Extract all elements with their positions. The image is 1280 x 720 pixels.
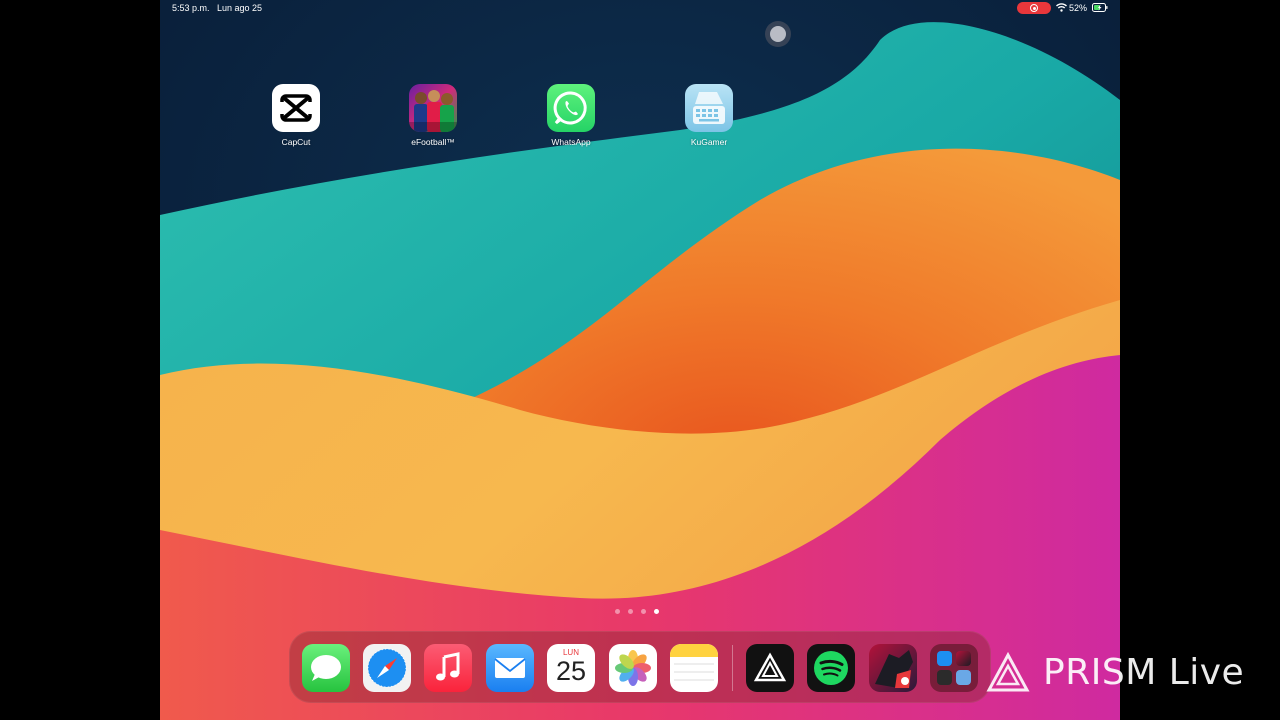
photos-icon[interactable]	[609, 644, 657, 692]
battery-charging-icon	[1092, 3, 1108, 12]
calendar-icon[interactable]: LUN 25	[547, 644, 595, 692]
page-dot[interactable]	[628, 609, 633, 614]
calendar-date: 25	[555, 656, 587, 686]
app-folder-icon[interactable]	[930, 644, 978, 692]
app-label: KuGamer	[690, 137, 728, 147]
spotify-icon[interactable]	[807, 644, 855, 692]
app-label: eFootball™	[411, 137, 455, 147]
prism-live-logo-icon	[986, 651, 1030, 692]
prism-live-icon[interactable]	[746, 644, 794, 692]
efootball-icon	[409, 84, 457, 132]
battery-percentage: 52%	[1069, 3, 1088, 13]
page-dot[interactable]	[641, 609, 646, 614]
assistive-touch-button[interactable]	[765, 21, 791, 47]
game-icon[interactable]	[869, 644, 917, 692]
messages-icon[interactable]	[302, 644, 350, 692]
status-time: 5:53 p.m.	[172, 3, 210, 13]
app-efootball[interactable]: eFootball™	[393, 84, 473, 147]
prism-live-watermark: PRISM Live	[1043, 652, 1245, 693]
app-label: WhatsApp	[551, 137, 591, 147]
capcut-icon	[272, 84, 320, 132]
dock-divider	[732, 645, 733, 691]
page-dot-active[interactable]	[654, 609, 659, 614]
page-indicator[interactable]	[615, 601, 667, 619]
page-dot[interactable]	[615, 609, 620, 614]
app-capcut[interactable]: CapCut	[256, 84, 336, 147]
music-icon[interactable]	[424, 644, 472, 692]
notes-icon[interactable]	[670, 644, 718, 692]
safari-icon[interactable]	[363, 644, 411, 692]
screen-record-icon[interactable]	[1017, 2, 1051, 14]
dock: LUN 25	[289, 631, 991, 703]
app-whatsapp[interactable]: WhatsApp	[531, 84, 611, 147]
mail-icon[interactable]	[486, 644, 534, 692]
whatsapp-icon	[547, 84, 595, 132]
kugamer-icon	[685, 84, 733, 132]
app-kugamer[interactable]: KuGamer	[669, 84, 749, 147]
wifi-icon	[1056, 3, 1067, 12]
status-date: Lun ago 25	[217, 3, 263, 13]
ipad-home-screen: 5:53 p.m. Lun ago 25 52% CapCut eFootbal…	[160, 0, 1120, 720]
app-label: CapCut	[281, 137, 311, 147]
